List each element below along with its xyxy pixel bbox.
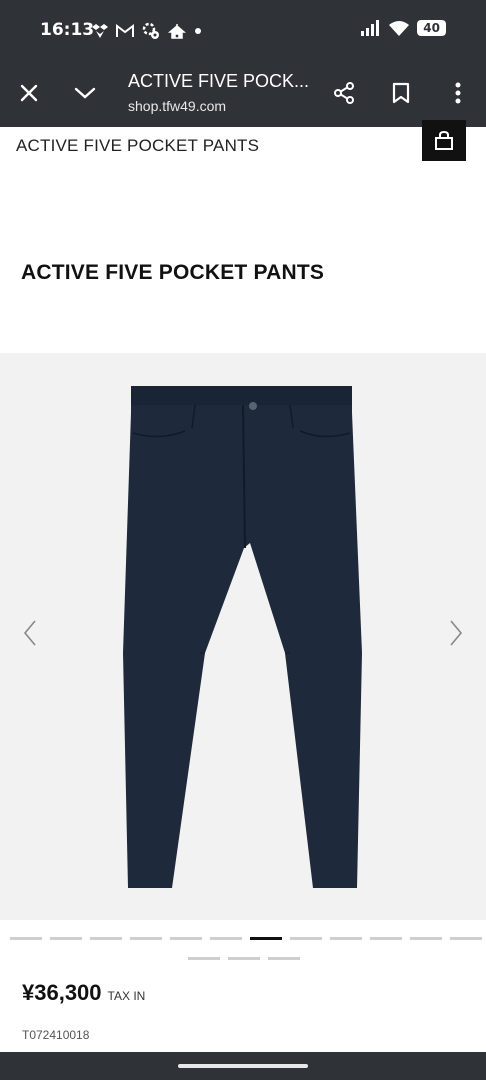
- gallery-dot[interactable]: [10, 937, 42, 940]
- signal-icon: [361, 20, 380, 36]
- shopping-bag-icon: [435, 130, 453, 150]
- minimize-button[interactable]: [70, 78, 100, 108]
- dropbox-icon: [92, 24, 108, 38]
- home-gesture-bar[interactable]: [178, 1064, 308, 1068]
- battery-icon: 40: [417, 20, 446, 36]
- close-icon: [20, 84, 38, 102]
- page-url[interactable]: shop.tfw49.com: [128, 98, 226, 114]
- settings-icon: [142, 22, 159, 39]
- chevron-left-icon: [23, 620, 36, 646]
- product-price: ¥36,300: [22, 980, 102, 1005]
- dot-icon: [195, 28, 201, 34]
- tent-icon: [168, 24, 186, 39]
- tax-label: TAX IN: [107, 989, 146, 1003]
- gallery-dot-active[interactable]: [250, 937, 282, 940]
- status-time: 16:13: [40, 20, 95, 40]
- gallery-dot[interactable]: [188, 957, 220, 960]
- gallery-dot[interactable]: [170, 937, 202, 940]
- gallery-dot[interactable]: [50, 937, 82, 940]
- more-menu-button[interactable]: [443, 78, 473, 108]
- gallery-dot[interactable]: [410, 937, 442, 940]
- system-nav-bar: [0, 1052, 486, 1080]
- browser-toolbar: ACTIVE FIVE POCK... shop.tfw49.com: [0, 60, 486, 127]
- gallery-dot[interactable]: [370, 937, 402, 940]
- bookmark-icon: [392, 82, 410, 104]
- sticky-header-title: ACTIVE FIVE POCKET PANTS: [16, 136, 260, 155]
- product-code: T072410018: [22, 1028, 90, 1042]
- gallery-dot[interactable]: [210, 937, 242, 940]
- close-button[interactable]: [14, 78, 44, 108]
- product-gallery[interactable]: [0, 353, 486, 920]
- gallery-dot[interactable]: [268, 957, 300, 960]
- gallery-prev-button[interactable]: [18, 615, 42, 651]
- gallery-dot[interactable]: [90, 937, 122, 940]
- wifi-icon: [389, 21, 410, 36]
- product-title: ACTIVE FIVE POCKET PANTS: [21, 261, 325, 284]
- chevron-down-icon: [74, 87, 96, 99]
- product-image: [123, 386, 362, 888]
- notification-icons: [92, 22, 202, 40]
- page-title: ACTIVE FIVE POCK...: [128, 71, 310, 91]
- gallery-dot[interactable]: [130, 937, 162, 940]
- price-row: ¥36,300 TAX IN: [22, 980, 145, 1006]
- share-icon: [334, 82, 354, 104]
- gallery-dot[interactable]: [330, 937, 362, 940]
- gmail-icon: [116, 24, 134, 37]
- gallery-dot[interactable]: [228, 957, 260, 960]
- system-icons: 40: [361, 20, 446, 36]
- more-vertical-icon: [455, 82, 461, 104]
- bookmark-button[interactable]: [386, 78, 416, 108]
- share-button[interactable]: [329, 78, 359, 108]
- chevron-right-icon: [450, 620, 463, 646]
- cart-button[interactable]: [422, 120, 466, 161]
- status-bar: 16:13 40: [0, 0, 486, 60]
- gallery-dot[interactable]: [450, 937, 482, 940]
- gallery-dot[interactable]: [290, 937, 322, 940]
- gallery-next-button[interactable]: [444, 615, 468, 651]
